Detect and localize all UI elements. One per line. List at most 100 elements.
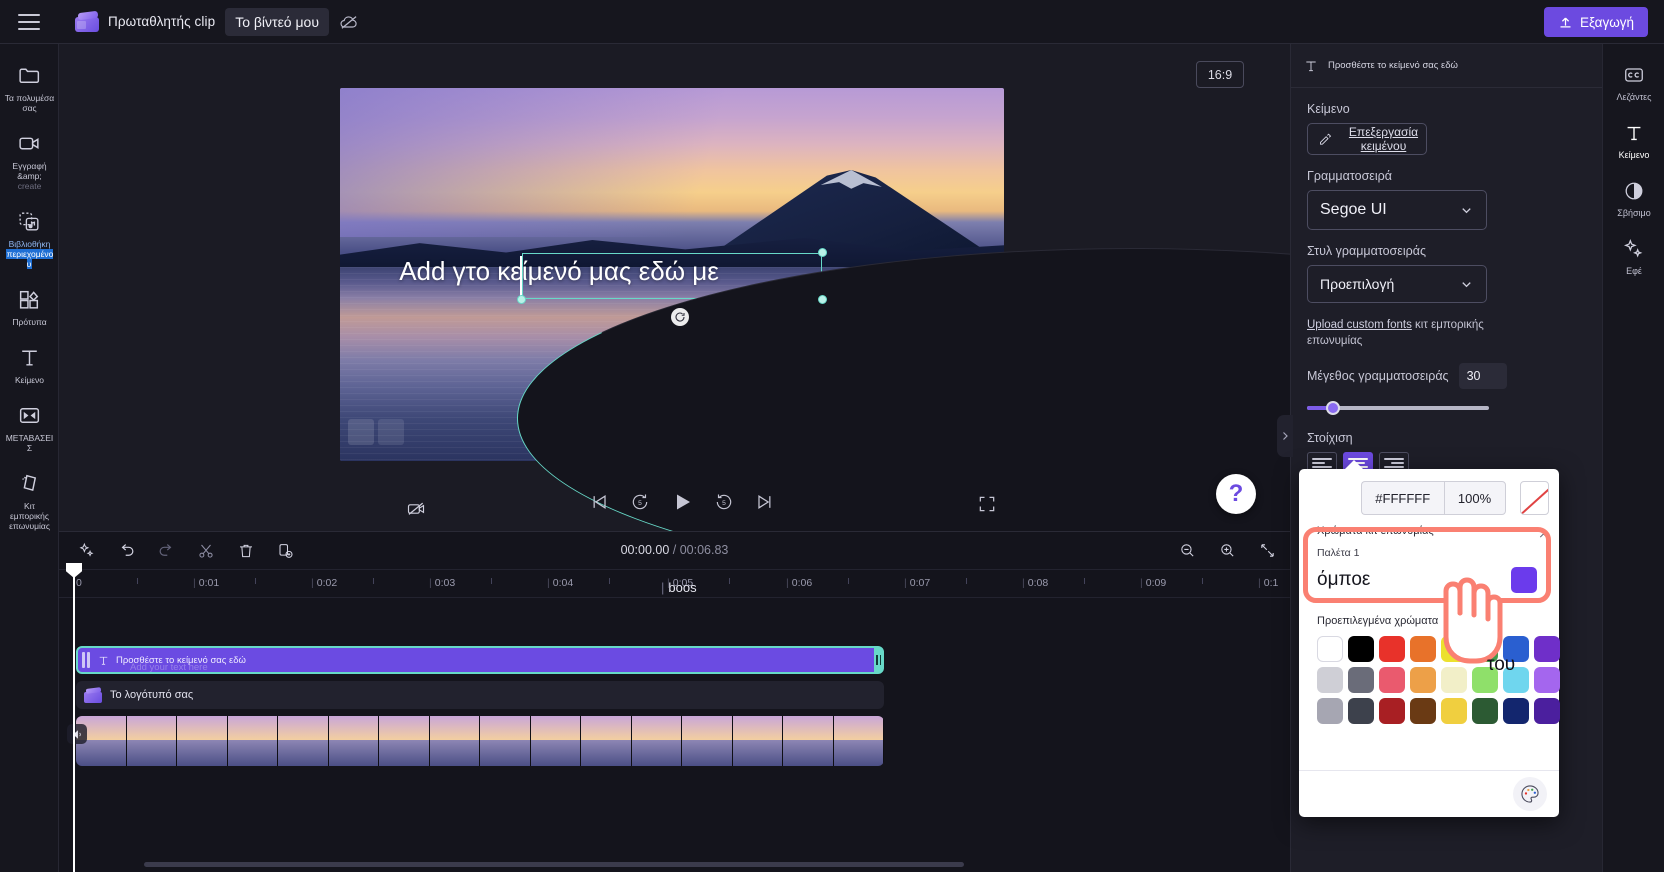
color-swatch[interactable]: [1503, 698, 1529, 724]
color-swatch[interactable]: [1441, 698, 1467, 724]
color-swatch[interactable]: [1441, 667, 1467, 693]
tab-text[interactable]: Κείμενο: [1603, 110, 1664, 168]
top-bar: Πρωταθλητής clip Το βίντεό μου Εξαγωγή: [0, 0, 1664, 44]
timeline-toolbar: 00:00.00 / 00:06.83: [59, 532, 1290, 570]
no-color-icon[interactable]: [1519, 481, 1549, 515]
timeline-panel: 00:00.00 / 00:06.83 0 | 0:01 | 0:02 | 0:…: [59, 531, 1290, 872]
sidebar-item-brand-kit[interactable]: Κιτ εμπορικής επωνυμίας: [0, 460, 59, 538]
fade-icon: [1603, 178, 1664, 204]
zoom-out-icon[interactable]: [1174, 536, 1200, 564]
opacity-input[interactable]: 100%: [1443, 481, 1506, 515]
font-style-select[interactable]: Προεπιλογή: [1307, 265, 1487, 303]
color-swatch[interactable]: [1348, 636, 1374, 662]
resize-handle-top-right[interactable]: [818, 248, 827, 257]
project-name-input[interactable]: Το βίντεό μου: [225, 7, 329, 36]
ruler-mark: | 0:1: [1258, 577, 1279, 589]
chevron-up-icon[interactable]: [1537, 529, 1550, 542]
clip-label: Το λογότυπό σας: [110, 689, 194, 701]
edit-text-button[interactable]: Επεξεργασία κειμένου: [1307, 123, 1427, 155]
table-row[interactable]: Προσθέστε το κείμενό σας εδώ Add your te…: [76, 646, 884, 674]
resize-handle-bottom-right[interactable]: [818, 295, 827, 304]
templates-icon: [2, 285, 57, 313]
color-swatch[interactable]: [1348, 698, 1374, 724]
rotate-handle[interactable]: [671, 308, 689, 326]
font-family-select[interactable]: Segoe UI: [1307, 190, 1487, 230]
color-swatch[interactable]: [1317, 667, 1343, 693]
color-swatch[interactable]: [1379, 636, 1405, 662]
sidebar-item-media[interactable]: Τα πολυμέσα σας: [0, 52, 59, 120]
collapse-panel-button[interactable]: [1277, 415, 1293, 457]
skip-to-end-icon[interactable]: [754, 492, 774, 512]
hex-color-input[interactable]: #FFFFFF: [1361, 481, 1444, 515]
captions-icon: [1603, 62, 1664, 88]
export-button[interactable]: Εξαγωγή: [1543, 7, 1648, 37]
font-size-input[interactable]: 30: [1458, 363, 1507, 389]
resize-handle-bottom-left[interactable]: [517, 295, 526, 304]
color-swatch[interactable]: [1534, 698, 1560, 724]
tooltip-text: του: [1487, 654, 1516, 675]
edit-text-label: Επεξεργασία κειμένου: [1348, 125, 1419, 153]
color-swatch[interactable]: [1348, 667, 1374, 693]
tab-label-effects: Εφέ: [1626, 266, 1642, 276]
color-palette-icon[interactable]: [1513, 777, 1547, 811]
left-sidebar: Τα πολυμέσα σας Εγγραφή &amp; create Βιβ…: [0, 44, 59, 872]
upload-custom-fonts-link[interactable]: Upload custom fonts: [1307, 319, 1412, 331]
color-swatch[interactable]: [1317, 636, 1343, 662]
cloud-off-icon[interactable]: [337, 10, 361, 34]
sidebar-item-text[interactable]: Κείμενο: [0, 334, 59, 392]
clip-ghost-label: Add your text here: [130, 662, 208, 673]
ruler-mark: | 0:01: [193, 577, 220, 589]
font-size-slider-knob[interactable]: [1326, 401, 1340, 415]
color-swatch[interactable]: [1317, 698, 1343, 724]
sidebar-label-media: Τα πολυμέσα σας: [4, 93, 55, 113]
timeline-horizontal-scrollbar[interactable]: [144, 862, 964, 867]
color-swatch[interactable]: [1410, 698, 1436, 724]
chevron-down-icon: [1462, 281, 1471, 287]
tab-label-fade: Σβήσιμο: [1617, 208, 1651, 218]
forward-5-icon[interactable]: 5: [714, 492, 734, 512]
color-swatch[interactable]: [1534, 636, 1560, 662]
help-button[interactable]: ?: [1216, 474, 1256, 514]
sidebar-item-transitions[interactable]: ΜΕΤΑΒΑΣΕΙΣ: [0, 392, 59, 460]
palette-swatch[interactable]: [1511, 567, 1537, 593]
folder-icon: [2, 61, 57, 89]
sidebar-item-templates[interactable]: Πρότυπα: [0, 276, 59, 334]
clip-trim-handle-right[interactable]: [874, 647, 883, 673]
tab-captions[interactable]: Λεζάντες: [1603, 52, 1664, 110]
panel-header: Προσθέστε το κείμενό σας εδώ: [1291, 44, 1602, 88]
hamburger-menu-icon[interactable]: [18, 13, 40, 30]
color-swatch[interactable]: [1534, 667, 1560, 693]
sidebar-item-record[interactable]: Εγγραφή &amp; create: [0, 120, 59, 198]
color-swatch[interactable]: [1379, 667, 1405, 693]
table-row[interactable]: [76, 716, 884, 766]
aspect-ratio-button[interactable]: 16:9: [1196, 61, 1244, 88]
video-camera-icon: [2, 129, 57, 157]
text-selection-box[interactable]: [517, 248, 1664, 589]
transitions-icon: [2, 401, 57, 429]
tab-effects[interactable]: Εφέ: [1603, 226, 1664, 284]
table-row[interactable]: Το λογότυπό σας: [76, 681, 884, 709]
font-label: Γραμματοσειρά: [1307, 169, 1392, 183]
color-swatch[interactable]: [1379, 698, 1405, 724]
clip-drag-handle[interactable]: [82, 652, 93, 668]
skip-to-start-icon[interactable]: [590, 492, 610, 512]
play-icon[interactable]: [670, 490, 694, 514]
upload-icon: [1558, 15, 1573, 30]
svg-text:5: 5: [638, 500, 642, 507]
playhead[interactable]: [73, 570, 75, 872]
fullscreen-icon[interactable]: [977, 494, 997, 514]
rewind-5-icon[interactable]: 5: [630, 492, 650, 512]
speaker-icon[interactable]: [67, 724, 87, 744]
tab-label-captions: Λεζάντες: [1616, 92, 1652, 102]
color-swatch[interactable]: [1410, 667, 1436, 693]
font-size-slider[interactable]: [1307, 399, 1489, 417]
zoom-in-icon[interactable]: [1214, 536, 1240, 564]
fit-to-timeline-icon[interactable]: [1254, 536, 1280, 564]
canvas-watermark-b: [378, 419, 404, 445]
ruler-mark: 0: [76, 577, 82, 589]
color-picker-popover[interactable]: #FFFFFF 100% Χρώματα κιτ επωνυμίας Παλέτ…: [1299, 460, 1560, 817]
chevron-down-icon: [1462, 207, 1471, 213]
sidebar-item-content-library[interactable]: Βιβλιοθήκη περιεχομένου: [0, 198, 59, 276]
color-swatch[interactable]: [1472, 698, 1498, 724]
tab-fade[interactable]: Σβήσιμο: [1603, 168, 1664, 226]
